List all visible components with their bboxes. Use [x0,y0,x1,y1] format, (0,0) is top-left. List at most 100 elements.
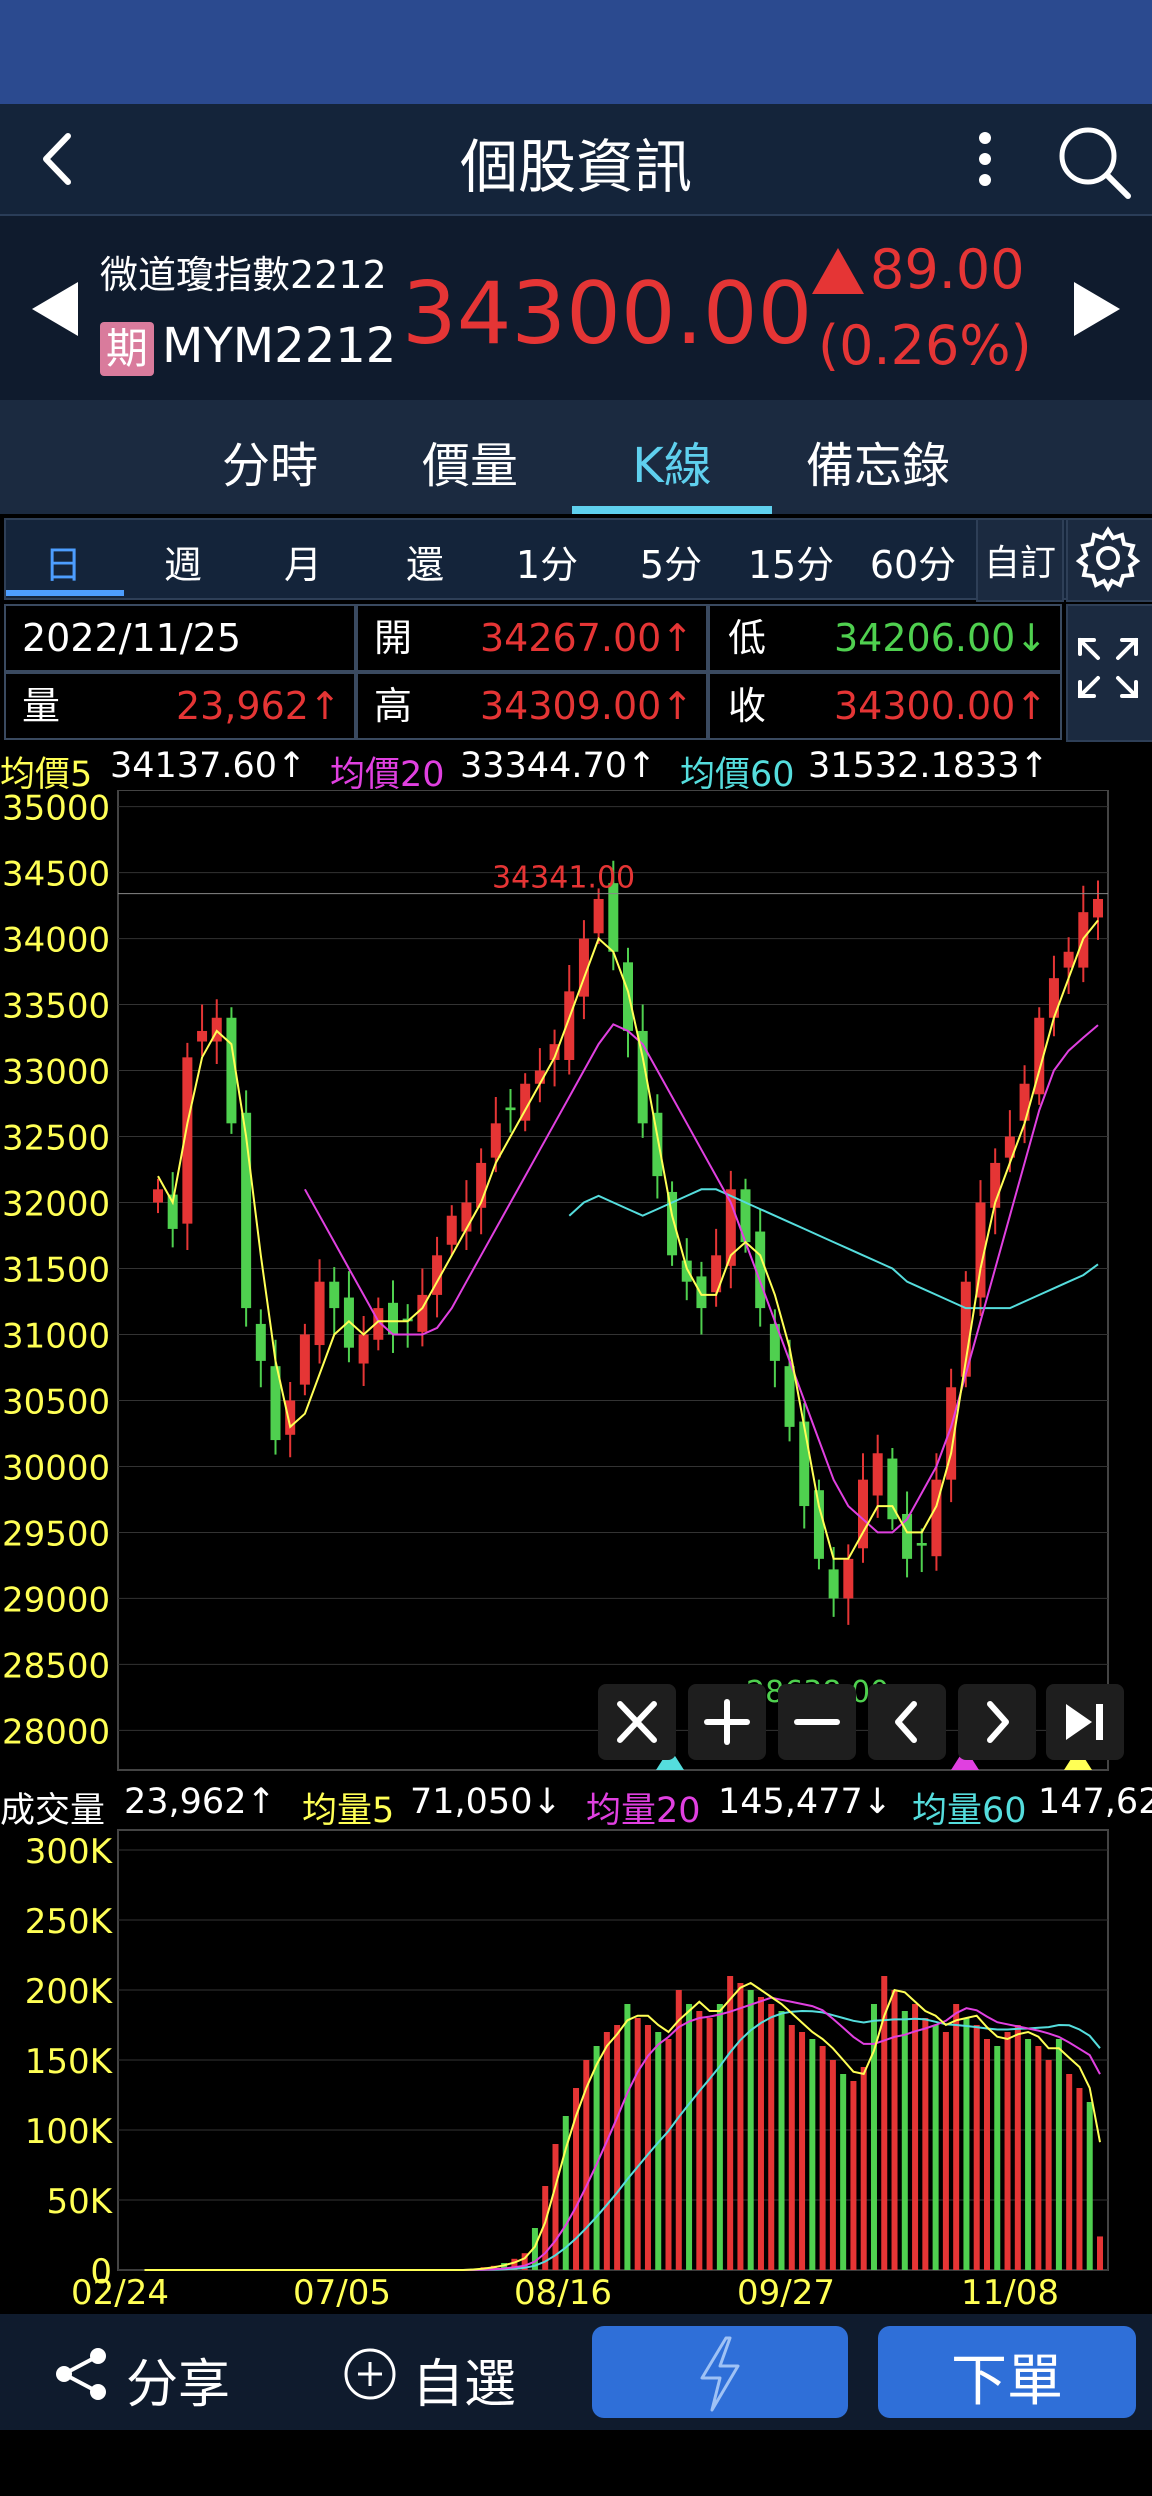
candle-body [681,1260,692,1282]
volume-bar [942,2032,949,2270]
ma20-value: 33344.70↑ [460,746,657,786]
vol-ma20-value: 145,477↓ [718,1782,893,1822]
close-chart-tools-button[interactable] [598,1684,676,1760]
candle-body [784,1366,795,1427]
chevron-right-icon [987,1701,1009,1743]
candle-body [887,1458,898,1520]
share-label[interactable]: 分享 [126,2342,230,2417]
volume-bar [1076,2088,1083,2270]
price-tick-label: 28000 [2,1712,110,1752]
volume-bar [860,2067,867,2270]
scroll-left-button[interactable] [868,1684,946,1760]
volume-tick-label: 250K [25,1902,114,1942]
candle-body [843,1558,854,1599]
jump-to-latest-button[interactable] [1046,1684,1124,1760]
tab-price-volume[interactable]: 價量 [370,426,570,496]
volume-bar [1035,2046,1042,2270]
x-tick-label: 02/24 [71,2273,169,2310]
close-icon [617,1701,657,1743]
scroll-right-button[interactable] [958,1684,1036,1760]
x-tick-label: 11/08 [961,2273,1059,2310]
period-5min[interactable]: 5分 [616,534,726,589]
info-volume-label: 量 [22,684,61,728]
price-tick-label: 30000 [2,1448,110,1488]
volume-bar [932,2025,939,2270]
period-1min[interactable]: 1分 [492,534,602,589]
candle-body [1019,1083,1030,1121]
next-stock-icon[interactable] [1068,278,1124,340]
candle-body [1063,951,1074,968]
price-tick-label: 28500 [2,1646,110,1686]
share-icon[interactable] [52,2346,112,2402]
volume-bar [788,2025,795,2270]
volume-bar [603,2032,610,2270]
volume-bar [757,1997,764,2270]
kline-chart[interactable]: 35000 34500 34000 33500 33000 32500 32000 31500… [0,790,1152,2310]
minus-icon [794,1719,840,1725]
volume-bar [1014,2025,1021,2270]
high-annotation: 34341.00 [492,861,635,896]
back-icon[interactable] [28,124,88,194]
volume-bar [1066,2074,1073,2270]
ma5-value: 34137.60↑ [110,746,307,786]
volume-bar [953,2004,960,2270]
tab-timeshare[interactable]: 分時 [170,426,370,496]
volume-bar [778,2011,785,2270]
tab-memo[interactable]: 備忘錄 [778,426,978,496]
x-tick-label: 09/27 [737,2273,835,2310]
volume-bar [1097,2236,1103,2270]
volume-bar [850,2081,857,2270]
candle-body [197,1030,208,1042]
volume-bar [737,1983,744,2270]
period-60min[interactable]: 60分 [858,534,968,589]
x-tick-label: 07/05 [293,2273,391,2310]
info-high-value: 34309.00↑ [480,684,694,728]
price-tick-label: 29000 [2,1580,110,1620]
info-open-value: 34267.00↑ [480,616,694,660]
volume-bar [973,2025,980,2270]
candle-body [446,1215,457,1245]
add-circle-icon[interactable] [342,2346,398,2402]
volume-bar [614,2025,621,2270]
period-month[interactable]: 月 [248,534,358,589]
vol-ma60-label: 均量60 [912,1791,1027,1831]
prev-stock-icon[interactable] [28,278,84,340]
volume-bar [634,2018,641,2270]
up-triangle-icon [812,248,864,294]
more-icon[interactable] [960,124,1010,194]
volume-bar [727,1976,734,2270]
volume-tick-label: 150K [25,2042,114,2082]
volume-bar [901,2011,908,2270]
info-date: 2022/11/25 [22,616,242,660]
volume-tick-label: 300K [25,1832,114,1872]
price-tick-label: 29500 [2,1514,110,1554]
candle-body [153,1189,163,1203]
volume-bar [799,2032,806,2270]
candle-body [358,1334,369,1364]
price-tick-label: 32500 [2,1119,110,1159]
period-adjusted[interactable]: 還 [370,534,480,589]
info-high-label: 高 [374,684,413,728]
volume-bar [912,2004,919,2270]
candle-body [505,1107,516,1111]
period-15min[interactable]: 15分 [736,534,846,589]
price-change: 89.00 [870,238,1025,301]
vol-ma5-label: 均量5 [302,1791,395,1831]
add-watchlist-label[interactable]: 自選 [412,2342,516,2417]
search-icon[interactable] [1054,122,1134,202]
period-day[interactable]: 日 [8,534,118,589]
tab-kline[interactable]: K線 [572,426,772,496]
tab-active-indicator [572,506,772,514]
price-tick-label: 32000 [2,1185,110,1225]
vol-ma20-label: 均量20 [586,1791,701,1831]
candle-body [255,1323,266,1361]
zoom-out-button[interactable] [778,1684,856,1760]
period-week[interactable]: 週 [128,534,238,589]
volume-bar [655,2032,662,2270]
chevron-left-icon [895,1701,917,1743]
candle-body [593,898,604,934]
price-tick-label: 34500 [2,855,110,895]
volume-bar [696,2011,703,2270]
zoom-in-button[interactable] [688,1684,766,1760]
volume-bar [994,2046,1001,2270]
